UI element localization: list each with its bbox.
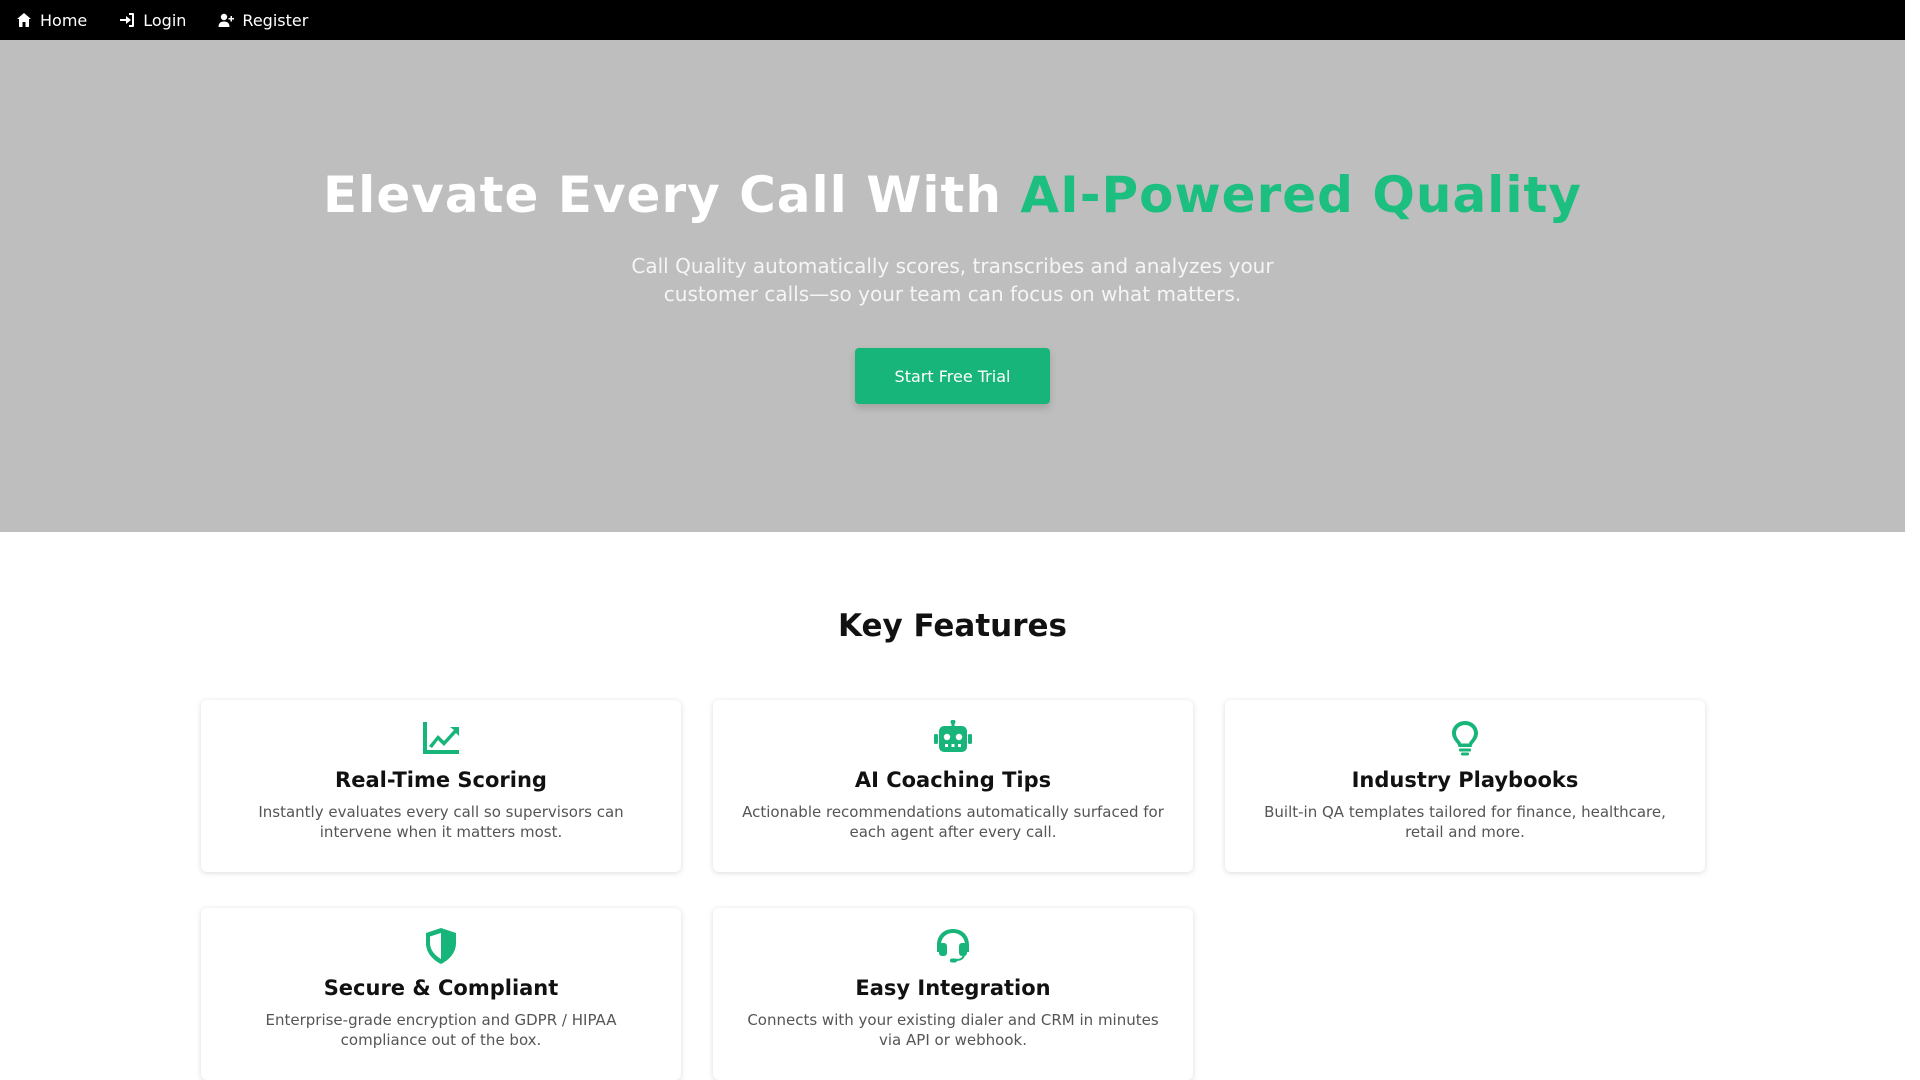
page: Home Login Register Elevate Every Call W…	[0, 0, 1905, 1080]
nav-home-link[interactable]: Home	[16, 11, 87, 30]
feature-description: Built-in QA templates tailored for finan…	[1264, 803, 1666, 841]
features-title: Key Features	[837, 608, 1068, 644]
nav-login-label: Login	[143, 10, 187, 30]
hero-section: Elevate Every Call With AI-Powered Quali…	[0, 40, 1905, 532]
nav-login-link[interactable]: Login	[119, 11, 186, 30]
lightbulb-icon	[1445, 720, 1485, 756]
shield-icon	[421, 928, 461, 964]
feature-title: Easy Integration	[855, 976, 1051, 1000]
feature-description: Actionable recommendations automatically…	[742, 803, 1164, 841]
feature-card-easy-integration: Easy Integration Connects with your exis…	[713, 908, 1193, 1080]
feature-card-secure-compliant: Secure & Compliant Enterprise-grade encr…	[201, 908, 681, 1080]
home-icon	[17, 13, 31, 27]
hero-title-accent: AI-Powered Quality	[1020, 166, 1582, 224]
headset-icon	[933, 928, 973, 964]
hero-subtitle: Call Quality automatically scores, trans…	[631, 254, 1274, 306]
user-plus-icon	[218, 13, 235, 27]
chart-line-icon	[421, 720, 461, 756]
feature-title: Real-Time Scoring	[335, 768, 547, 792]
feature-card-ai-coaching-tips: AI Coaching Tips Actionable recommendati…	[713, 700, 1193, 872]
top-navigation: Home Login Register	[0, 0, 1905, 40]
start-free-trial-button[interactable]: Start Free Trial	[855, 348, 1050, 404]
feature-description: Enterprise-grade encryption and GDPR / H…	[265, 1011, 617, 1049]
login-icon	[120, 13, 135, 27]
feature-description: Instantly evaluates every call so superv…	[258, 803, 624, 841]
nav-register-label: Register	[242, 10, 309, 30]
feature-description: Connects with your existing dialer and C…	[747, 1011, 1159, 1049]
nav-register-link[interactable]: Register	[218, 11, 308, 30]
feature-title: AI Coaching Tips	[854, 768, 1052, 792]
feature-card-real-time-scoring: Real-Time Scoring Instantly evaluates ev…	[201, 700, 681, 872]
feature-title: Secure & Compliant	[323, 976, 559, 1000]
hero-title: Elevate Every Call With AI-Powered Quali…	[0, 166, 1905, 224]
nav-home-label: Home	[40, 10, 88, 30]
feature-card-industry-playbooks: Industry Playbooks Built-in QA templates…	[1225, 700, 1705, 872]
hero-title-main: Elevate Every Call With	[323, 166, 1021, 224]
robot-icon	[933, 719, 973, 756]
feature-title: Industry Playbooks	[1351, 768, 1579, 792]
